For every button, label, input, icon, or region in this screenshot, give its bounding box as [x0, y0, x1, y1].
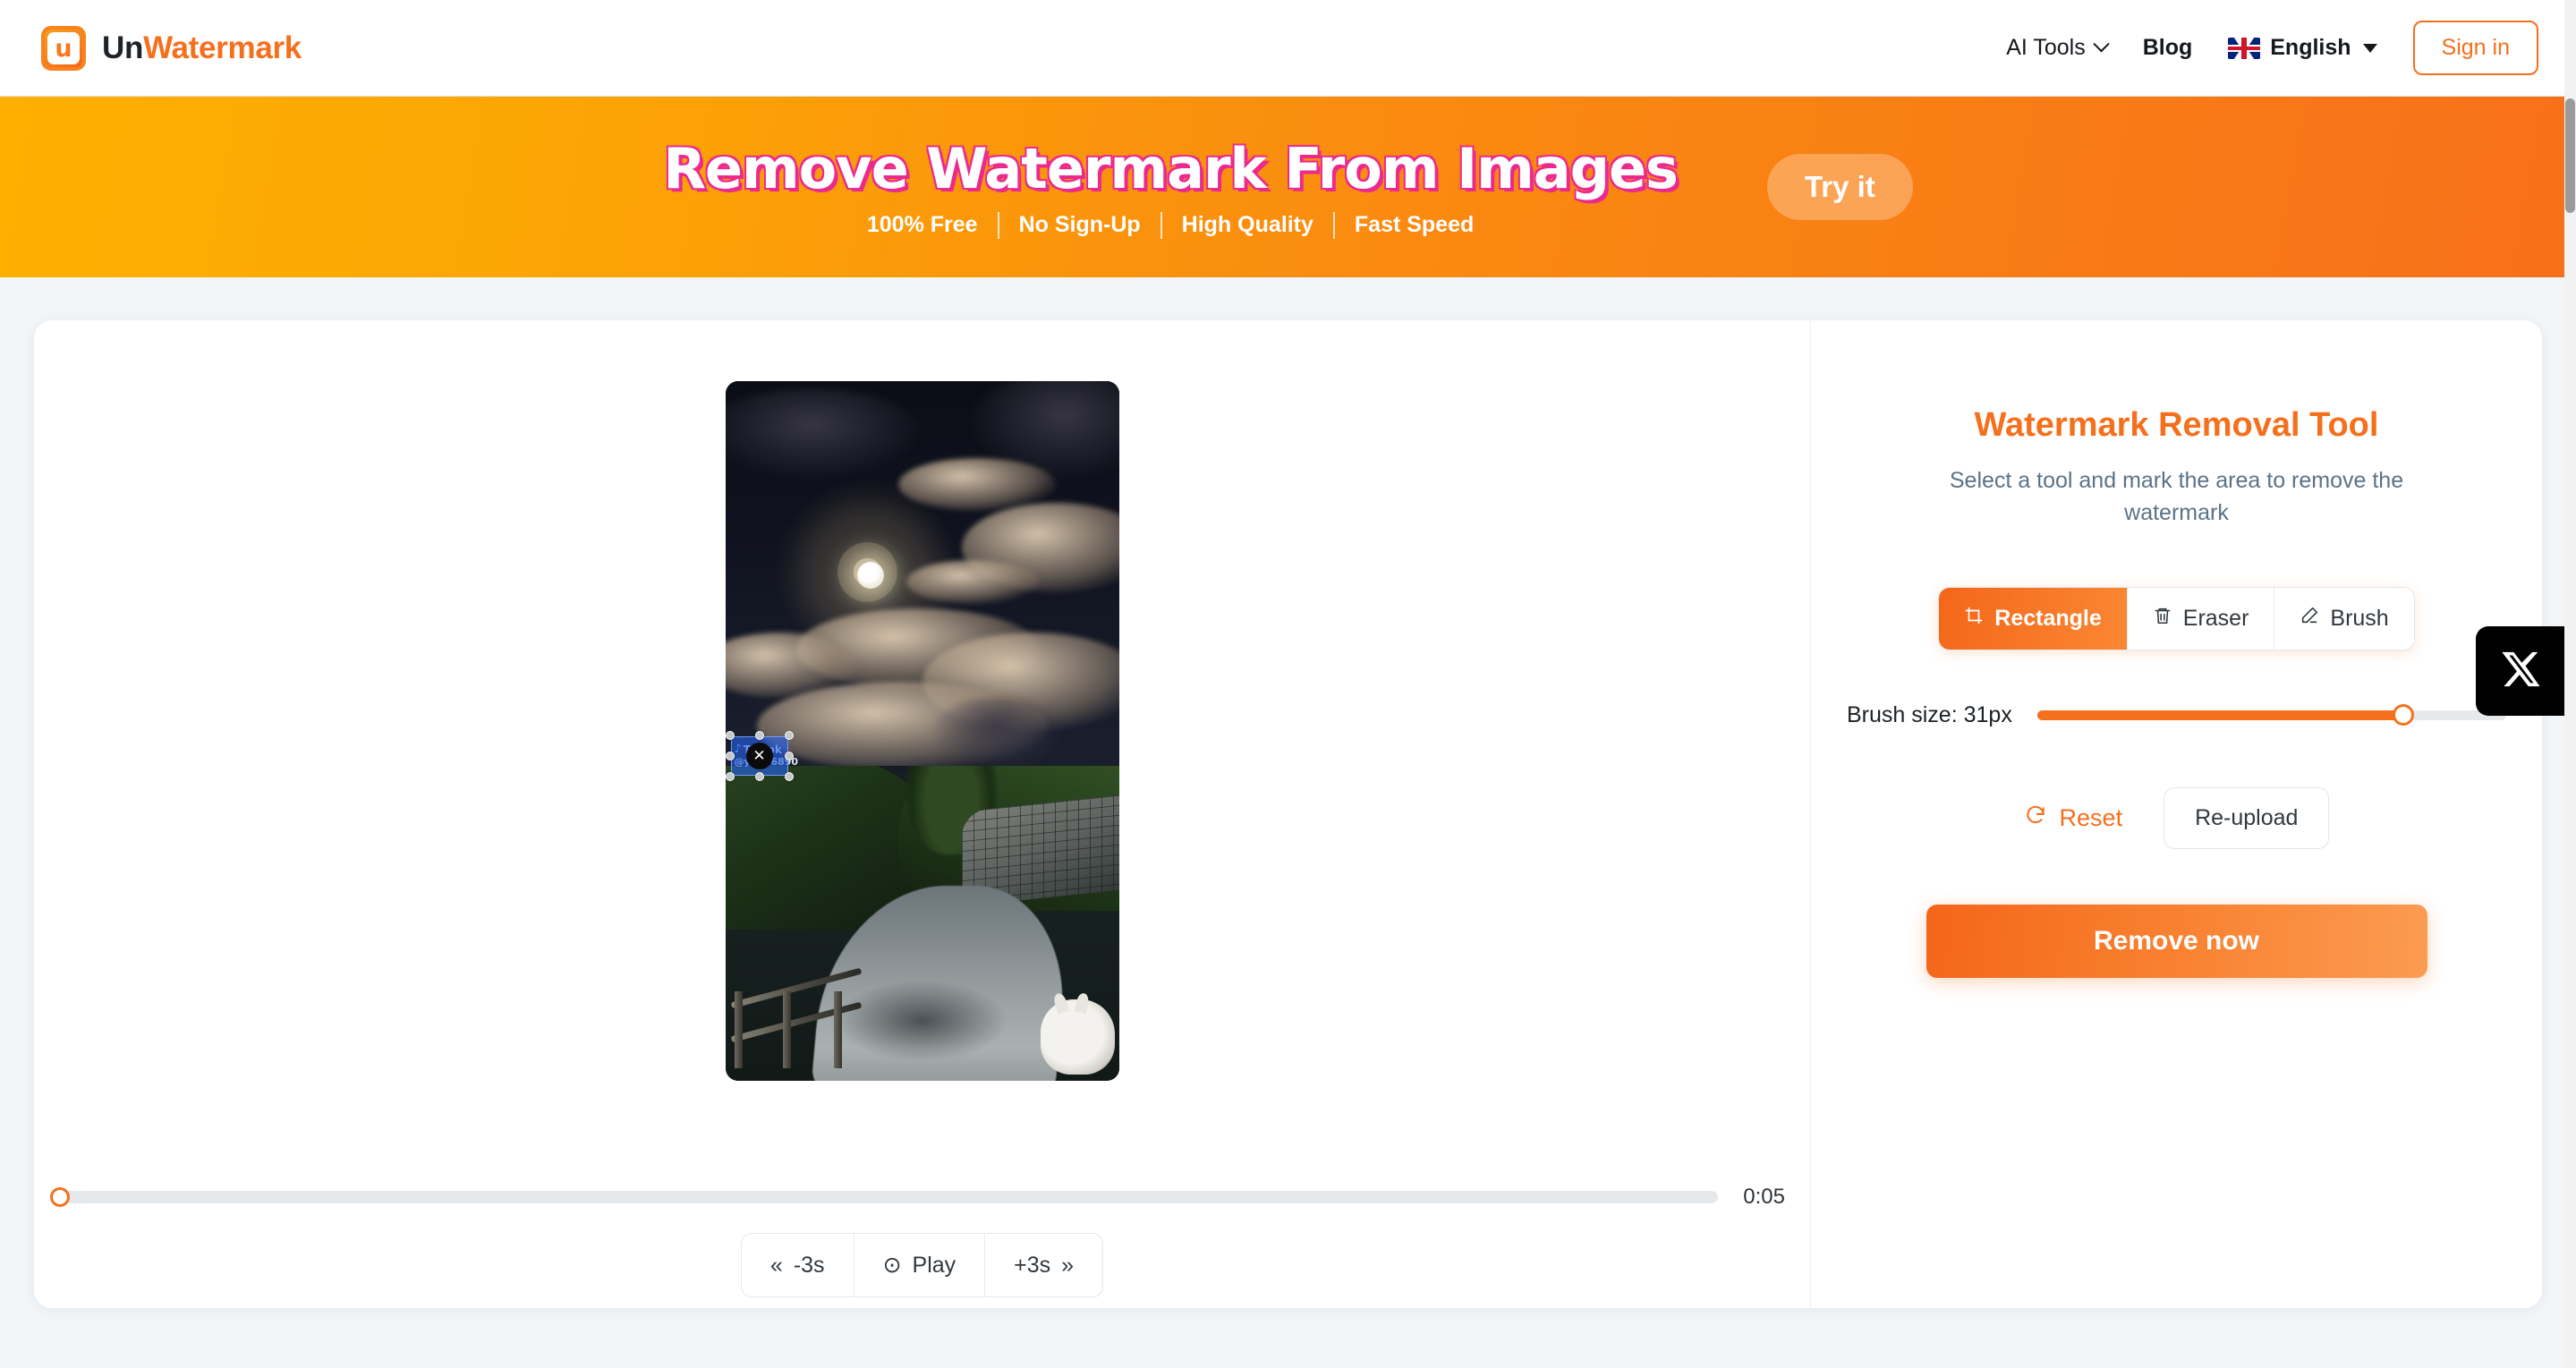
re-upload-button[interactable]: Re-upload [2164, 786, 2330, 849]
forward-icon: » [1061, 1252, 1075, 1278]
feature-high-quality: High Quality [1181, 212, 1314, 237]
play-button[interactable]: ⊙ Play [854, 1234, 986, 1296]
panel-actions: Reset Re-upload [2024, 786, 2330, 849]
page-scrollbar[interactable] [2564, 0, 2576, 1368]
language-selector-label: English [2270, 35, 2351, 60]
rewind-3s-label: -3s [793, 1252, 825, 1278]
video-preview[interactable]: ♪ TikTok @yomi6890 ✕ [725, 381, 1119, 1081]
feature-no-signup: No Sign-Up [1018, 212, 1141, 237]
resize-handle-sw[interactable] [725, 772, 735, 781]
feature-divider [1332, 211, 1335, 239]
try-it-button[interactable]: Try it [1766, 154, 1913, 220]
video-preview-wrapper: ♪ TikTok @yomi6890 ✕ [34, 381, 1810, 1081]
brand-logo[interactable]: u UnWatermark [41, 25, 302, 71]
brush-slider-fill [2036, 709, 2403, 720]
tool-panel: Watermark Removal Tool Select a tool and… [1810, 320, 2542, 1308]
moon [856, 561, 884, 589]
panel-title: Watermark Removal Tool [1974, 406, 2379, 444]
tool-eraser-button[interactable]: Eraser [2127, 587, 2275, 650]
play-label: Play [912, 1252, 956, 1278]
sign-in-button[interactable]: Sign in [2412, 21, 2538, 75]
resize-handle-e[interactable] [784, 752, 794, 760]
seek-track[interactable] [59, 1191, 1719, 1203]
feature-fast-speed: Fast Speed [1354, 212, 1475, 237]
promo-banner-content: Remove Watermark From Images 100% Free N… [663, 135, 1679, 239]
brush-size-control: Brush size: 31px [1847, 702, 2506, 728]
nav-item-ai-tools-label: AI Tools [2006, 35, 2086, 60]
chevron-down-icon [2093, 36, 2110, 53]
seek-thumb[interactable] [50, 1187, 70, 1207]
x-twitter-icon [2500, 649, 2541, 694]
nav-item-blog-label: Blog [2142, 35, 2193, 60]
refresh-icon [2024, 803, 2047, 833]
video-timeline: 0:05 [50, 1185, 1785, 1210]
forward-3s-label: +3s [1014, 1252, 1051, 1278]
tool-rectangle-label: Rectangle [1994, 605, 2102, 631]
resize-handle-w[interactable] [725, 752, 735, 760]
close-icon[interactable]: ✕ [745, 743, 773, 769]
brush-slider-thumb[interactable] [2392, 704, 2414, 726]
video-editor-area: ♪ TikTok @yomi6890 ✕ [34, 320, 1810, 1308]
reset-label: Reset [2059, 803, 2123, 831]
nav-links: AI Tools Blog English Sign in [2006, 21, 2538, 75]
feature-free: 100% Free [866, 212, 978, 237]
resize-handle-nw[interactable] [725, 731, 735, 740]
rewind-icon: « [769, 1252, 783, 1278]
brush-size-label: Brush size: 31px [1847, 701, 2012, 727]
trash-icon [2153, 606, 2172, 632]
panel-subtitle: Select a tool and mark the area to remov… [1949, 468, 2404, 526]
brand-name-suffix: Watermark [143, 30, 302, 65]
feature-divider [1160, 211, 1162, 239]
tool-eraser-label: Eraser [2182, 605, 2249, 631]
uk-flag-icon [2228, 37, 2261, 59]
resize-handle-ne[interactable] [784, 731, 794, 740]
transport-controls: « -3s ⊙ Play +3s » [34, 1233, 1810, 1297]
white-goat [1040, 998, 1116, 1075]
document-u-icon: u [41, 25, 86, 71]
wooden-fence [729, 961, 863, 1068]
brush-size-slider[interactable] [2036, 704, 2506, 726]
forward-3s-button[interactable]: +3s » [985, 1234, 1103, 1296]
top-navigation-bar: u UnWatermark AI Tools Blog English Sign… [0, 0, 2576, 97]
reset-button[interactable]: Reset [2024, 803, 2123, 833]
tool-brush-label: Brush [2330, 605, 2389, 631]
video-duration: 0:05 [1743, 1185, 1785, 1209]
nav-item-ai-tools[interactable]: AI Tools [2006, 35, 2110, 61]
tool-brush-button[interactable]: Brush [2274, 587, 2414, 650]
caret-down-icon [2362, 43, 2377, 53]
scrollbar-thumb[interactable] [2565, 98, 2575, 213]
promo-banner-features: 100% Free No Sign-Up High Quality Fast S… [866, 211, 1475, 239]
play-circle-icon: ⊙ [882, 1253, 902, 1278]
night-sky [725, 381, 1119, 787]
transport-segmented-group: « -3s ⊙ Play +3s » [740, 1233, 1104, 1297]
rewind-3s-button[interactable]: « -3s [741, 1234, 854, 1296]
watermark-selection[interactable]: ♪ TikTok @yomi6890 ✕ [725, 731, 798, 781]
brand-name: UnWatermark [102, 30, 302, 66]
tool-rectangle-button[interactable]: Rectangle [1939, 587, 2128, 650]
logo-mark-glyph: u [55, 35, 72, 63]
brand-name-prefix: Un [102, 30, 144, 65]
resize-handle-se[interactable] [784, 772, 794, 781]
x-twitter-share-widget[interactable] [2476, 626, 2565, 716]
promo-banner-title: Remove Watermark From Images [663, 135, 1679, 201]
editor-card: ♪ TikTok @yomi6890 ✕ [34, 320, 2542, 1308]
resize-handle-n[interactable] [754, 731, 764, 740]
crop-rectangle-icon [1964, 606, 1984, 632]
feature-divider [997, 211, 999, 239]
pencil-icon [2300, 606, 2319, 632]
language-selector[interactable]: English [2228, 35, 2377, 61]
remove-now-button[interactable]: Remove now [1926, 904, 2427, 978]
promo-banner: Remove Watermark From Images 100% Free N… [0, 97, 2576, 277]
nav-item-blog[interactable]: Blog [2143, 35, 2193, 61]
landscape [725, 766, 1119, 1081]
seek-bar[interactable] [50, 1187, 1719, 1207]
tool-selector-group: Rectangle Eraser Brush [1938, 586, 2415, 650]
resize-handle-s[interactable] [754, 772, 764, 781]
